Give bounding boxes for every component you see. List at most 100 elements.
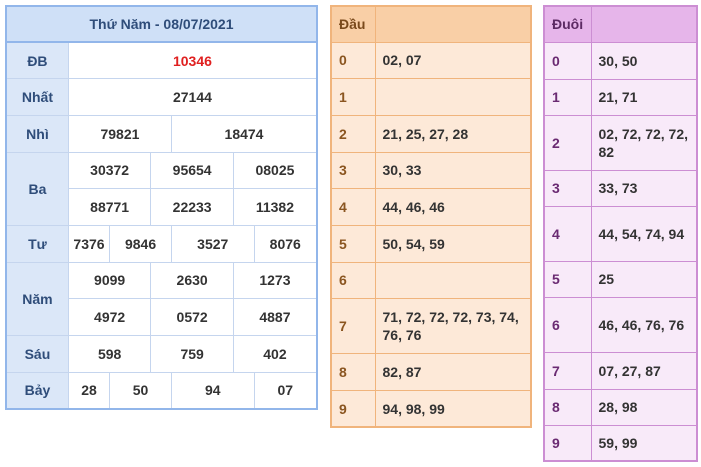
tail-values: 44, 54, 74, 94: [590, 205, 698, 262]
seventh-prize-number: 28: [67, 371, 111, 410]
head-digit: 1: [330, 78, 376, 116]
tail-row: 9 59, 99: [543, 424, 698, 462]
tail-digit: 8: [543, 388, 592, 426]
third-prize-number: 88771: [67, 188, 152, 226]
head-table: Đầu 0 02, 07 1 2 21, 25, 27, 28 3 30, 33 44…: [330, 5, 532, 429]
head-digit: 8: [330, 353, 376, 391]
head-row: 8 82, 87: [330, 353, 532, 391]
head-key-header: Đầu: [330, 5, 376, 43]
head-row: 3 30, 33: [330, 151, 532, 190]
fourth-prize-number: 3527: [171, 224, 255, 263]
tail-values: 28, 98: [590, 388, 698, 426]
tail-values: 02, 72, 72, 72, 82: [590, 114, 698, 171]
head-values: 94, 98, 99: [374, 390, 532, 428]
tail-digit: 1: [543, 78, 592, 116]
head-row: 7 71, 72, 72, 72, 73, 74, 76, 76: [330, 298, 532, 355]
tail-values: 21, 71: [590, 78, 698, 116]
seventh-prize-number: 94: [171, 371, 255, 410]
second-prize-number: 79821: [67, 114, 173, 153]
fourth-prize-row: Tư 7376 9846 3527 8076: [5, 224, 318, 263]
tail-values: 46, 46, 76, 76: [590, 296, 698, 353]
first-prize-number: 27144: [67, 78, 318, 116]
tail-digit: 0: [543, 41, 592, 80]
head-values: 82, 87: [374, 353, 532, 391]
fourth-prize-number: 8076: [253, 224, 318, 263]
tail-digit: 2: [543, 114, 592, 171]
head-digit: 6: [330, 261, 376, 300]
head-row: 0 02, 07: [330, 41, 532, 80]
head-values: 30, 33: [374, 151, 532, 190]
tail-row: 1 21, 71: [543, 78, 698, 116]
sixth-prize-number: 598: [67, 335, 152, 373]
head-values: 71, 72, 72, 72, 73, 74, 76, 76: [374, 298, 532, 355]
head-values: 21, 25, 27, 28: [374, 114, 532, 153]
tail-values: 25: [590, 260, 698, 298]
tail-row: 3 33, 73: [543, 169, 698, 207]
tail-values: 33, 73: [590, 169, 698, 207]
head-row: 9 94, 98, 99: [330, 390, 532, 428]
results-title: Thứ Năm - 08/07/2021: [6, 6, 317, 43]
first-prize-label: Nhất: [5, 78, 69, 116]
tail-table: Đuôi 0 30, 50 1 21, 71 2 02, 72, 72, 72, 82…: [543, 5, 698, 462]
tail-row: 8 28, 98: [543, 388, 698, 426]
first-prize-row: Nhất 27144: [5, 78, 318, 116]
third-prize-number: 22233: [150, 188, 234, 226]
tail-row: 4 44, 54, 74, 94: [543, 205, 698, 262]
special-prize-label: ĐB: [5, 41, 69, 80]
sixth-prize-number: 759: [150, 335, 234, 373]
special-prize-row: ĐB 10346: [5, 41, 318, 80]
fifth-prize-number: 4972: [67, 298, 152, 336]
fourth-prize-label: Tư: [5, 224, 69, 263]
seventh-prize-number: 07: [253, 371, 318, 410]
fifth-prize-number: 1273: [232, 261, 318, 300]
head-digit: 5: [330, 224, 376, 263]
tail-values: 30, 50: [590, 41, 698, 80]
tail-row: 7 07, 27, 87: [543, 351, 698, 390]
fifth-prize-row: Năm 9099 2630 1273: [5, 261, 318, 337]
third-prize-number: 95654: [150, 151, 234, 190]
third-prize-label: Ba: [5, 151, 69, 226]
fifth-prize-number: 9099: [67, 261, 152, 300]
third-prize-row: Ba 30372 95654 08025: [5, 151, 318, 226]
head-values: 02, 07: [374, 41, 532, 80]
head-values: [374, 261, 532, 300]
second-prize-label: Nhì: [5, 114, 69, 153]
tail-values: 07, 27, 87: [590, 351, 698, 390]
fifth-prize-number: 0572: [150, 298, 234, 336]
head-digit: 0: [330, 41, 376, 80]
tail-digit: 4: [543, 205, 592, 262]
tail-row: 6 46, 46, 76, 76: [543, 296, 698, 353]
head-digit: 9: [330, 390, 376, 428]
tail-key-header: Đuôi: [543, 5, 592, 43]
head-digit: 4: [330, 188, 376, 226]
tail-digit: 6: [543, 296, 592, 353]
fifth-prize-number: 4887: [232, 298, 318, 336]
head-values: [374, 78, 532, 116]
sixth-prize-row: Sáu 598 759 402: [5, 335, 318, 373]
fifth-prize-number: 2630: [150, 261, 234, 300]
head-digit: 2: [330, 114, 376, 153]
third-prize-number: 08025: [232, 151, 318, 190]
head-values: 50, 54, 59: [374, 224, 532, 263]
third-prize-number: 11382: [232, 188, 318, 226]
tail-digit: 7: [543, 351, 592, 390]
tail-row: 0 30, 50: [543, 41, 698, 80]
third-prize-number: 30372: [67, 151, 152, 190]
tail-values: 59, 99: [590, 424, 698, 462]
tail-row: 5 25: [543, 260, 698, 298]
head-row: 2 21, 25, 27, 28: [330, 114, 532, 153]
head-row: 6: [330, 261, 532, 300]
seventh-prize-number: 50: [109, 371, 172, 410]
special-prize-number: 10346: [67, 41, 318, 80]
fifth-prize-label: Năm: [5, 261, 69, 337]
tail-digit: 9: [543, 424, 592, 462]
head-row: 1: [330, 78, 532, 116]
second-prize-row: Nhì 79821 18474: [5, 114, 318, 153]
sixth-prize-label: Sáu: [5, 335, 69, 373]
head-row: 4 44, 46, 46: [330, 188, 532, 226]
second-prize-number: 18474: [171, 114, 318, 153]
tail-value-header: [590, 5, 698, 43]
head-value-header: [374, 5, 532, 43]
fourth-prize-number: 7376: [67, 224, 111, 263]
sixth-prize-number: 402: [232, 335, 318, 373]
